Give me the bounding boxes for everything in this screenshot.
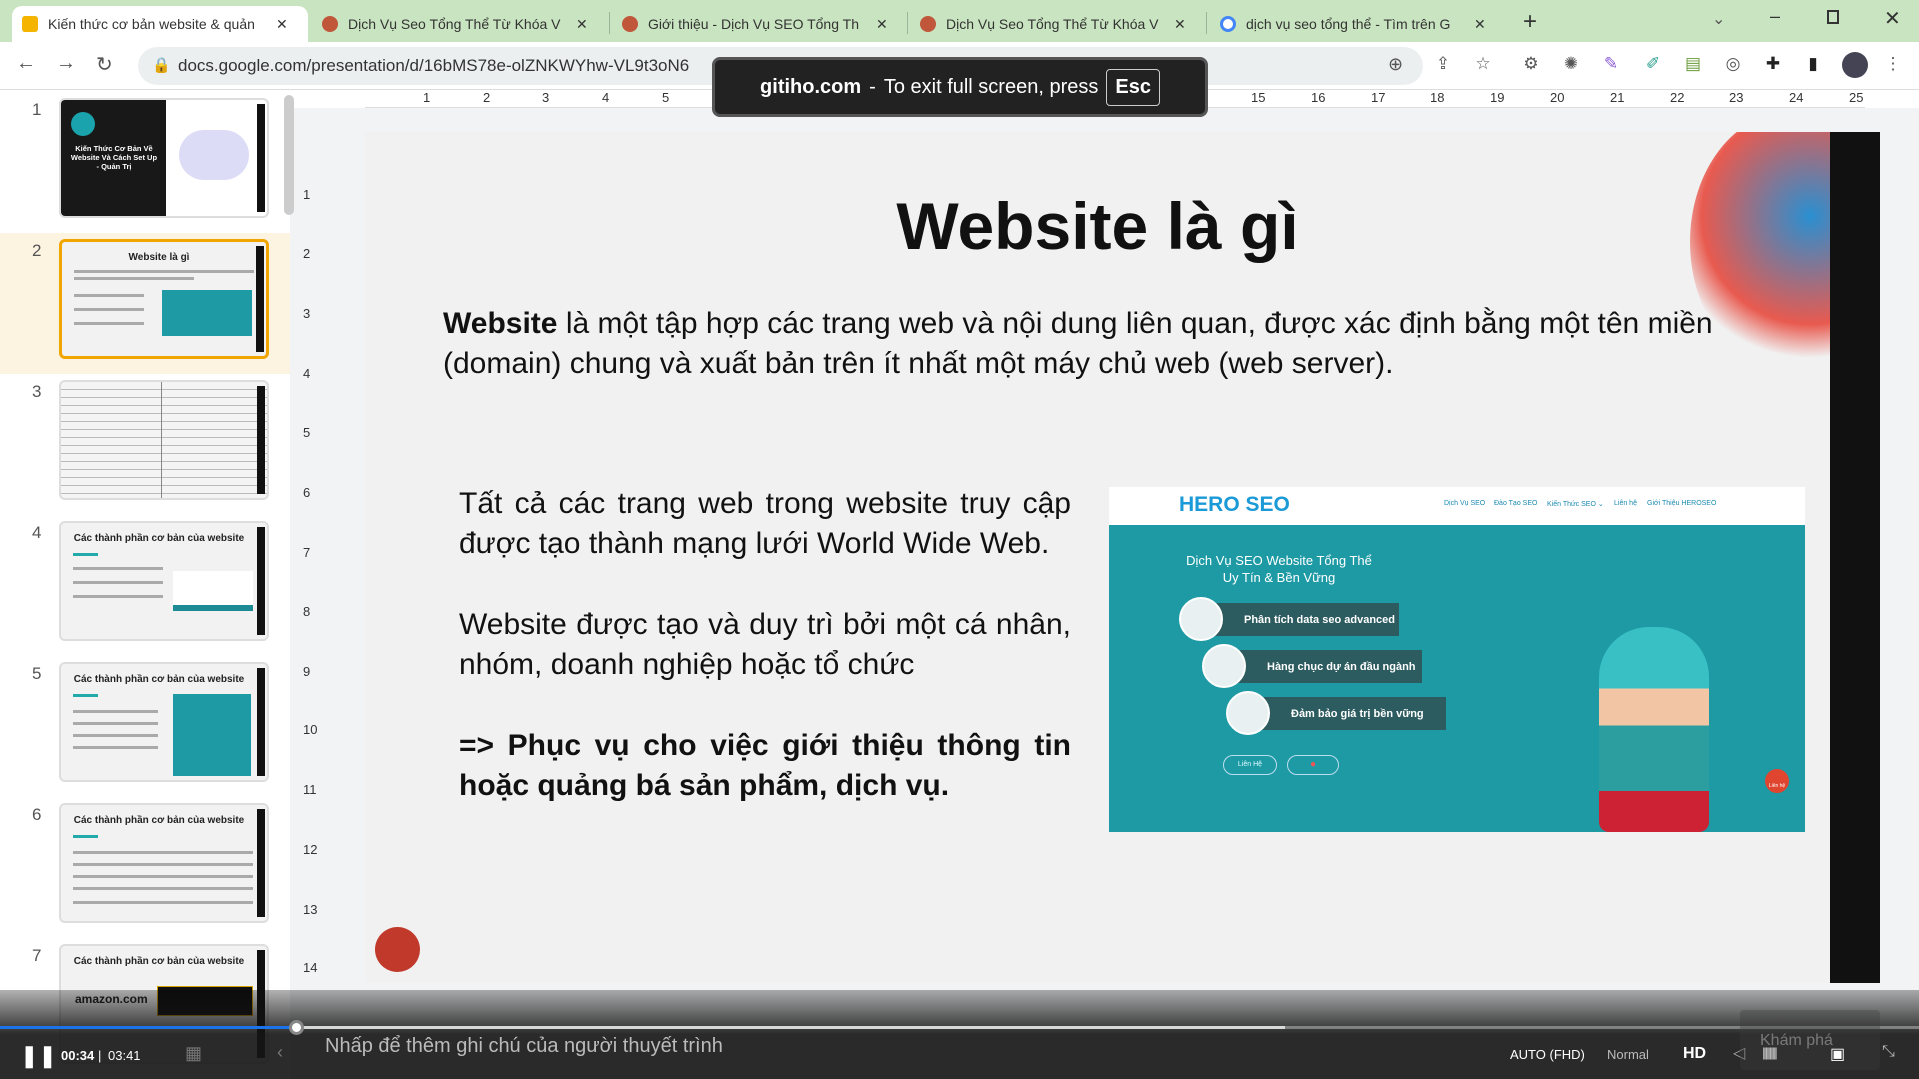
heroseo-icon [322,16,338,32]
video-played [0,1026,296,1029]
thumbnail-slide-3[interactable]: 3 [0,374,290,515]
tab-strip: Kiến thức cơ bản website & quản ✕ Dịch Vụ… [0,0,1919,42]
extension-seo-icon[interactable]: ⚙ [1520,54,1542,76]
tab-google-search[interactable]: dịch vụ seo tổng thể - Tìm trên G ✕ [1210,6,1506,42]
close-tab-icon[interactable]: ✕ [576,16,588,33]
extensions-puzzle-icon[interactable]: ✚ [1762,54,1784,76]
minimize-icon[interactable]: – [1770,6,1780,27]
slide-title[interactable]: Website là gì [365,188,1830,264]
google-icon [1220,16,1236,32]
thumbnail-slide-4[interactable]: 4 Các thành phần cơ bản của website [0,515,290,656]
vertical-ruler: 1 2 3 4 5 6 7 8 9 10 11 12 13 14 [303,187,318,975]
speaker-notes[interactable]: Nhấp để thêm ghi chú của người thuyết tr… [325,1035,723,1058]
close-window-icon[interactable]: ✕ [1884,6,1901,31]
thumbnail-slide-2[interactable]: 2 Website là gì [0,233,290,374]
slide-filmstrip: 1 Kiến Thức Cơ Bản Về Website Và Cách Se… [0,90,294,1079]
url-text[interactable]: docs.google.com/presentation/d/16bMS78e-… [178,56,689,76]
play-icon: ● [1287,755,1339,775]
menu-kebab-icon[interactable]: ⋮ [1882,54,1904,76]
duration: 03:41 [108,1048,141,1063]
zoom-icon[interactable]: ⊕ [1388,54,1403,75]
explore-button[interactable]: Khám phá [1740,1010,1880,1070]
heroseo-website-screenshot[interactable]: HERO SEO Dịch Vụ SEO Đào Tạo SEO Kiến Th… [1109,487,1805,832]
speed-selector[interactable]: Normal [1607,1047,1649,1062]
side-panel-icon[interactable]: ▮ [1802,54,1824,76]
extension-gear-icon[interactable]: ✺ [1560,54,1582,76]
tab-dich-vu-seo-2[interactable]: Dịch Vụ Seo Tổng Thể Từ Khóa V ✕ [910,6,1206,42]
chat-bubble-icon: Liên hệ [1765,769,1789,793]
website-illustration [179,130,249,180]
esc-key: Esc [1106,68,1160,106]
pip-icon[interactable]: ▣ [1830,1044,1845,1064]
pause-icon[interactable]: ❚❚ [20,1043,57,1069]
tab-google-slides[interactable]: Kiến thức cơ bản website & quản ✕ [12,6,308,42]
bookmark-star-icon[interactable]: ☆ [1472,54,1494,76]
quality-selector[interactable]: AUTO (FHD) [1510,1047,1585,1062]
restore-icon[interactable] [1827,10,1839,24]
reload-icon[interactable]: ↻ [96,52,113,77]
extension-sheet-icon[interactable]: ▤ [1682,54,1704,76]
filmstrip-scrollbar[interactable] [284,95,294,215]
close-tab-icon[interactable]: ✕ [1174,16,1186,33]
rocket-icon [1226,691,1270,735]
share-icon[interactable]: ⇪ [1432,54,1454,76]
exit-fullscreen-icon[interactable]: ⤡ [1882,1043,1895,1061]
video-player-overlay [0,990,1919,1079]
back-icon[interactable]: ← [16,52,36,75]
close-tab-icon[interactable]: ✕ [276,16,288,33]
close-tab-icon[interactable]: ✕ [1474,16,1486,33]
heroseo-logo: HERO SEO [1179,493,1290,516]
tab-gioi-thieu[interactable]: Giới thiệu - Dịch Vụ SEO Tổng Th ✕ [612,6,908,42]
current-time: 00:34 [61,1048,95,1063]
hd-toggle[interactable]: HD [1683,1045,1706,1063]
extension-pen-icon[interactable]: ✎ [1600,54,1622,76]
definition-text[interactable]: Website là một tập hợp các trang web và … [443,304,1783,384]
slide-edge-band [1830,132,1880,983]
extension-eyedropper-icon[interactable]: ✐ [1642,54,1664,76]
heroseo-icon [622,16,638,32]
fullscreen-notice: gitiho.com - To exit full screen, press Esc [712,57,1208,117]
heroseo-icon [920,16,936,32]
thumbnail-slide-1[interactable]: 1 Kiến Thức Cơ Bản Về Website Và Cách Se… [0,92,290,233]
chapters-icon[interactable]: ▦ [185,1043,202,1064]
thumbnail-slide-6[interactable]: 6 Các thành phần cơ bản của website [0,797,290,938]
close-tab-icon[interactable]: ✕ [876,16,888,33]
slides-icon [22,16,38,32]
seek-handle[interactable] [288,1020,304,1035]
slide-canvas: Website là gì Website là một tập hợp các… [365,132,1830,983]
thumbnail-slide-5[interactable]: 5 Các thành phần cơ bản của website [0,656,290,797]
chevron-left-icon[interactable]: ‹ [277,1042,283,1063]
decorative-dot [375,927,420,972]
new-tab-button[interactable]: + [1523,8,1537,36]
presentation-icon [1202,644,1246,688]
forward-icon[interactable]: → [56,52,76,75]
chart-icon [1179,597,1223,641]
tab-search-icon[interactable]: ⌄ [1712,9,1725,29]
lock-icon: 🔒 [152,57,171,74]
body-text[interactable]: Tất cả các trang web trong website truy … [459,484,1071,847]
profile-avatar[interactable] [1842,52,1868,78]
extension-compass-icon[interactable]: ◎ [1722,54,1744,76]
tab-dich-vu-seo[interactable]: Dịch Vụ Seo Tổng Thể Từ Khóa V ✕ [312,6,608,42]
hero-character-illustration [1599,627,1709,832]
